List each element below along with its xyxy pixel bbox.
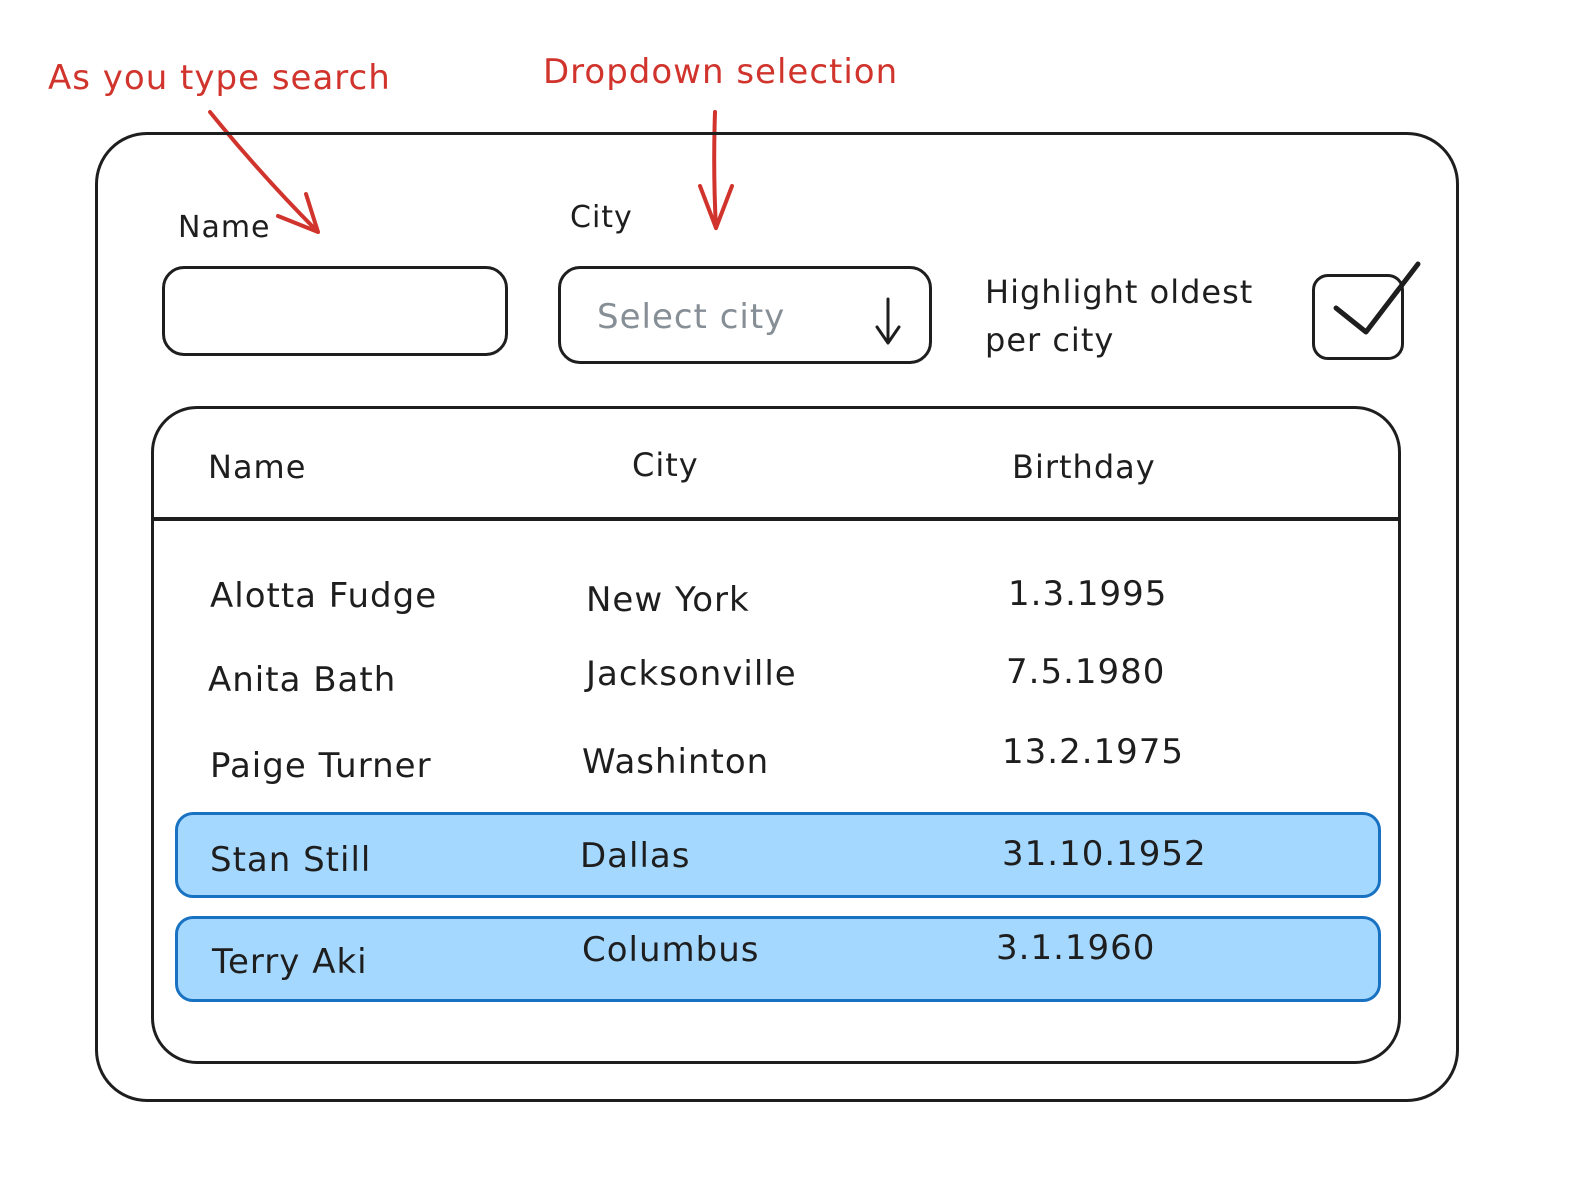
column-header-city[interactable]: City (632, 446, 699, 484)
table-cell-city: Dallas (580, 836, 691, 876)
table-cell-name: Paige Turner (210, 746, 432, 786)
annotation-search-note: As you type search (48, 58, 391, 98)
city-dropdown-placeholder: Select city (597, 297, 786, 337)
column-header-birthday[interactable]: Birthday (1012, 448, 1156, 486)
table-cell-name: Anita Bath (208, 660, 397, 700)
name-search-input[interactable] (162, 266, 508, 356)
table-cell-city: New York (586, 580, 750, 620)
table-cell-birthday: 13.2.1975 (1002, 732, 1185, 772)
table-cell-name: Alotta Fudge (210, 576, 438, 616)
city-filter-label: City (570, 200, 633, 235)
table-cell-name: Stan Still (210, 840, 372, 880)
highlight-oldest-label: Highlight oldest per city (985, 273, 1254, 359)
table-header-divider (154, 517, 1398, 521)
annotation-dropdown-note: Dropdown selection (543, 52, 899, 92)
table-cell-birthday: 7.5.1980 (1006, 652, 1166, 692)
table-cell-name: Terry Aki (212, 942, 368, 982)
table-cell-birthday: 31.10.1952 (1002, 834, 1207, 874)
table-cell-city: Columbus (582, 930, 760, 970)
arrow-down-icon (875, 297, 901, 345)
name-filter-label: Name (178, 210, 271, 245)
table-cell-city: Jacksonville (586, 654, 797, 694)
table-cell-birthday: 3.1.1960 (996, 928, 1156, 968)
column-header-name[interactable]: Name (208, 448, 306, 486)
table-cell-birthday: 1.3.1995 (1008, 574, 1168, 614)
highlight-oldest-checkbox[interactable] (1312, 274, 1404, 360)
table-cell-city: Washinton (582, 742, 770, 782)
city-dropdown[interactable]: Select city (558, 266, 932, 364)
